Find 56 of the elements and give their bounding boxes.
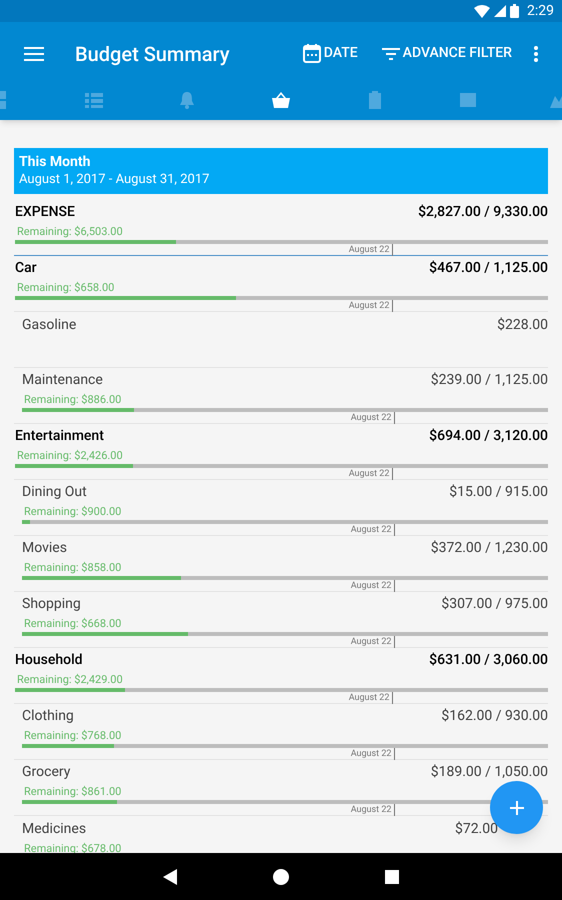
category-name: Shopping bbox=[22, 595, 81, 614]
remaining-amount: Remaining: $861.00 bbox=[23, 785, 122, 799]
date-button[interactable]: DATE bbox=[302, 43, 358, 64]
category-name: Medicines bbox=[22, 820, 86, 839]
category-name: Household bbox=[15, 651, 83, 670]
category-name: Movies bbox=[22, 539, 67, 558]
category-name: Clothing bbox=[22, 707, 74, 726]
amount: $239.00 / 1,125.00 bbox=[430, 371, 548, 390]
remaining-amount: Remaining: $886.00 bbox=[23, 393, 122, 407]
amount: $162.00 / 930.00 bbox=[441, 707, 548, 726]
category-name: Maintenance bbox=[22, 371, 103, 390]
amount: $72.00 bbox=[454, 820, 498, 839]
filter-icon bbox=[382, 48, 400, 60]
list-icon bbox=[85, 91, 103, 109]
amount: $372.00 / 1,230.00 bbox=[430, 539, 548, 558]
more-options-icon[interactable] bbox=[534, 46, 538, 62]
advance-filter-button[interactable]: ADVANCE FILTER bbox=[382, 43, 512, 64]
battery-icon bbox=[510, 4, 519, 18]
amount: $2,827.00 / 9,330.00 bbox=[418, 203, 548, 222]
clock-time: 2:29 bbox=[527, 2, 554, 20]
remaining-amount: Remaining: $858.00 bbox=[23, 561, 122, 575]
amount: $15.00 / 915.00 bbox=[449, 483, 548, 502]
period-title: This Month bbox=[19, 153, 92, 171]
signal-icon bbox=[494, 5, 506, 17]
basket-icon bbox=[272, 91, 290, 109]
tab[interactable] bbox=[272, 91, 290, 109]
category-name: Gasoline bbox=[22, 316, 76, 335]
remaining-amount: Remaining: $2,426.00 bbox=[16, 449, 123, 463]
remaining-amount: Remaining: $668.00 bbox=[23, 617, 122, 631]
category-name: Entertainment bbox=[15, 427, 104, 446]
remaining-amount: Remaining: $900.00 bbox=[23, 505, 122, 519]
back-icon[interactable] bbox=[163, 868, 177, 884]
menu-icon[interactable] bbox=[24, 46, 44, 60]
category-name: EXPENSE bbox=[15, 203, 75, 222]
amount: $631.00 / 3,060.00 bbox=[429, 651, 548, 670]
remaining-amount: Remaining: $6,503.00 bbox=[16, 225, 123, 239]
amount: $307.00 / 975.00 bbox=[441, 595, 548, 614]
remaining-amount: Remaining: $2,429.00 bbox=[16, 673, 123, 687]
amount: $189.00 / 1,050.00 bbox=[430, 763, 548, 782]
calendar-icon bbox=[302, 44, 321, 63]
category-name: Dining Out bbox=[22, 483, 87, 502]
amount: $228.00 bbox=[497, 316, 548, 335]
screen-title: Budget Summary bbox=[75, 40, 230, 68]
recents-icon[interactable] bbox=[385, 870, 399, 884]
bell-icon bbox=[178, 91, 196, 109]
amount: $467.00 / 1,125.00 bbox=[429, 259, 548, 278]
category-name: Grocery bbox=[22, 763, 70, 782]
remaining-amount: Remaining: $658.00 bbox=[16, 281, 114, 295]
remaining-amount: Remaining: $768.00 bbox=[23, 729, 122, 743]
wifi-icon bbox=[474, 4, 490, 18]
period-range: August 1, 2017 - August 31, 2017 bbox=[19, 171, 210, 189]
category-name: Car bbox=[15, 259, 37, 278]
amount: $694.00 / 3,120.00 bbox=[429, 427, 548, 446]
plus-icon bbox=[510, 800, 524, 814]
home-icon[interactable] bbox=[273, 868, 289, 884]
remaining-amount: Remaining: $678.00 bbox=[23, 842, 122, 856]
